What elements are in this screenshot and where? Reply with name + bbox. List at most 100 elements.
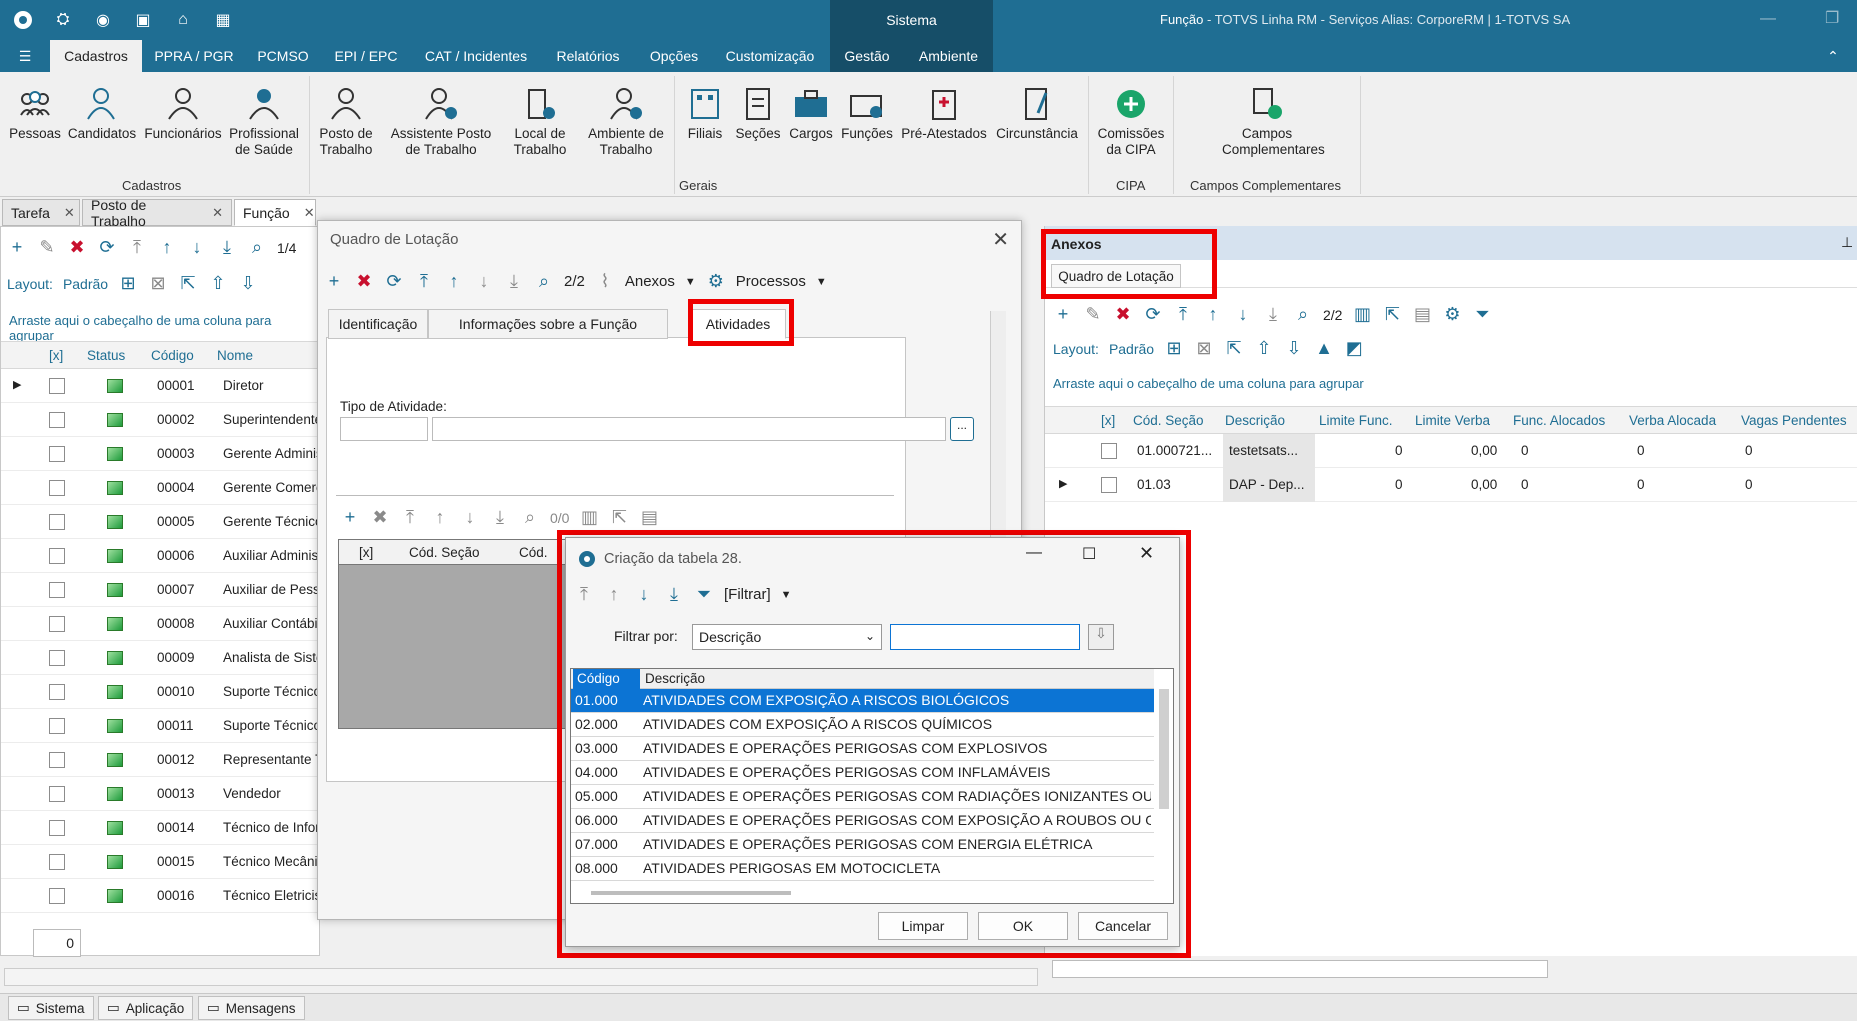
previous-icon[interactable]: ↑ xyxy=(157,237,177,258)
row-checkbox[interactable] xyxy=(49,446,65,462)
window-icon[interactable]: ▣ xyxy=(130,8,156,32)
horizontal-scrollbar[interactable] xyxy=(591,891,791,895)
expand-row-icon[interactable]: ▶ xyxy=(1059,477,1067,490)
refresh-icon[interactable]: ⟳ xyxy=(97,237,117,258)
tab-epi[interactable]: EPI / EPC xyxy=(326,40,406,72)
hierarchy-icon[interactable]: ⛭ xyxy=(50,8,76,32)
row-checkbox[interactable] xyxy=(49,616,65,632)
doc-tab-posto[interactable]: Posto de Trabalho ✕ xyxy=(82,197,232,229)
tab-customizacao[interactable]: Customização xyxy=(718,40,822,72)
tab-opcoes[interactable]: Opções xyxy=(640,40,708,72)
edit-icon[interactable]: ✎ xyxy=(1083,304,1103,325)
upload-icon[interactable]: ⇧ xyxy=(1254,338,1274,359)
export-icon[interactable]: ⇱ xyxy=(1382,304,1402,325)
filter-apply-icon[interactable]: ⇩ xyxy=(1088,624,1114,650)
download-icon[interactable]: ⇩ xyxy=(1284,338,1304,359)
refresh-icon[interactable]: ⟳ xyxy=(1143,304,1163,325)
anexos-menu[interactable]: Anexos xyxy=(625,273,675,290)
tab-atividades[interactable]: Atividades xyxy=(690,309,786,339)
tab-cadastros[interactable]: Cadastros xyxy=(50,40,142,72)
status-aplicacao-button[interactable]: ▭ Aplicação xyxy=(98,996,194,1020)
col-descricao[interactable]: Descrição xyxy=(1225,413,1285,428)
first-icon[interactable]: ⤒ xyxy=(127,237,147,258)
col-verba-alocada[interactable]: Verba Alocada xyxy=(1629,413,1716,428)
list-item[interactable]: 07.000 ATIVIDADES E OPERAÇÕES PERIGOSAS C… xyxy=(571,833,1154,857)
home-icon[interactable]: ⌂ xyxy=(170,8,196,32)
filter-field-select[interactable]: Descrição ⌄ xyxy=(692,624,882,650)
search-icon[interactable]: ⌕ xyxy=(534,271,554,292)
status-sistema-button[interactable]: ▭ Sistema xyxy=(8,996,94,1020)
maximize-icon[interactable]: ☐ xyxy=(1082,544,1096,564)
col-cod-secao[interactable]: Cód. Seção xyxy=(1133,413,1204,428)
close-icon[interactable]: ✕ xyxy=(992,227,1009,252)
delete-icon[interactable]: ✖ xyxy=(370,507,390,528)
totvs-logo-icon[interactable] xyxy=(10,8,36,32)
tipo-atividade-code-input[interactable] xyxy=(340,417,428,441)
tab-cat[interactable]: CAT / Incidentes xyxy=(416,40,536,72)
last-icon[interactable]: ⤓ xyxy=(217,237,237,258)
posto-trabalho-button[interactable]: Posto de Trabalho xyxy=(314,86,378,158)
collapse-ribbon-icon[interactable]: ⌃ xyxy=(1818,40,1848,72)
row-checkbox[interactable] xyxy=(1101,443,1117,459)
row-checkbox[interactable] xyxy=(49,888,65,904)
col-vagas-pendentes[interactable]: Vagas Pendentes xyxy=(1741,413,1847,428)
filter-icon[interactable]: ⏷ xyxy=(1472,304,1492,325)
first-icon[interactable]: ⤒ xyxy=(414,271,434,292)
circunstancia-button[interactable]: Circunstância xyxy=(994,86,1080,142)
paint-icon[interactable]: ▲ xyxy=(1314,338,1334,359)
processos-menu[interactable]: Processos xyxy=(736,273,806,290)
row-checkbox[interactable] xyxy=(49,378,65,394)
last-icon[interactable]: ⤓ xyxy=(490,507,510,528)
limpar-button[interactable]: Limpar xyxy=(878,912,968,940)
export-icon[interactable]: ⇱ xyxy=(178,273,198,294)
col-limite-func[interactable]: Limite Func. xyxy=(1319,413,1393,428)
row-checkbox[interactable] xyxy=(1101,477,1117,493)
row-checkbox[interactable] xyxy=(49,684,65,700)
anexos-horizontal-scrollbar[interactable] xyxy=(1052,960,1548,978)
add-icon[interactable]: + xyxy=(7,237,27,258)
expand-icon[interactable]: ⊞ xyxy=(118,273,138,294)
pessoas-button[interactable]: Pessoas xyxy=(6,86,64,142)
add-icon[interactable]: + xyxy=(324,271,344,292)
table-row[interactable]: 00003 Gerente Administ xyxy=(1,437,321,471)
ambiente-trabalho-button[interactable]: Ambiente de Trabalho xyxy=(584,86,668,158)
row-checkbox[interactable] xyxy=(49,412,65,428)
previous-icon[interactable]: ↑ xyxy=(604,584,624,605)
collapse-icon[interactable]: ⊠ xyxy=(1194,338,1214,359)
table-row[interactable]: 00004 Gerente Comerc xyxy=(1,471,321,505)
eye-icon[interactable]: ◉ xyxy=(90,8,116,32)
layout-dropdown[interactable]: Padrão xyxy=(63,276,108,292)
minimize-icon[interactable]: — xyxy=(1026,544,1042,562)
tipo-atividade-desc-input[interactable] xyxy=(432,417,946,441)
horizontal-scrollbar[interactable] xyxy=(4,968,1038,986)
table-row[interactable]: 00002 Superintendente xyxy=(1,403,321,437)
columns-icon[interactable]: ▥ xyxy=(579,507,599,528)
table-row[interactable]: 00015 Técnico Mecânic xyxy=(1,845,321,879)
col-status[interactable]: Status xyxy=(87,348,125,363)
table-row[interactable]: 00005 Gerente Técnico xyxy=(1,505,321,539)
col-codigo[interactable]: Código xyxy=(151,348,194,363)
process-icon[interactable]: ⚙ xyxy=(1442,304,1462,325)
row-checkbox[interactable] xyxy=(49,718,65,734)
first-icon[interactable]: ⤒ xyxy=(1173,304,1193,325)
ok-button[interactable]: OK xyxy=(978,912,1068,940)
col-limite-verba[interactable]: Limite Verba xyxy=(1415,413,1490,428)
expand-icon[interactable]: ⊞ xyxy=(1164,338,1184,359)
chevron-down-icon[interactable]: ▼ xyxy=(816,276,827,288)
tab-pcmso[interactable]: PCMSO xyxy=(250,40,316,72)
tab-gestao[interactable]: Gestão xyxy=(830,40,904,72)
delete-icon[interactable]: ✖ xyxy=(67,237,87,258)
system-tab[interactable]: Sistema xyxy=(830,0,993,40)
local-trabalho-button[interactable]: Local de Trabalho xyxy=(508,86,572,158)
report-icon[interactable]: ▤ xyxy=(1412,304,1432,325)
layout-dropdown[interactable]: Padrão xyxy=(1109,341,1154,357)
tab-ambiente[interactable]: Ambiente xyxy=(904,40,993,72)
refresh-icon[interactable]: ⟳ xyxy=(384,271,404,292)
first-icon[interactable]: ⤒ xyxy=(400,507,420,528)
table-row[interactable]: 00010 Suporte Técnico xyxy=(1,675,321,709)
next-icon[interactable]: ↓ xyxy=(474,271,494,292)
table-row[interactable]: 00007 Auxiliar de Pess xyxy=(1,573,321,607)
add-icon[interactable]: + xyxy=(1053,304,1073,325)
chevron-down-icon[interactable]: ▼ xyxy=(781,589,792,601)
pin-icon[interactable]: ⊥ xyxy=(1841,234,1853,251)
